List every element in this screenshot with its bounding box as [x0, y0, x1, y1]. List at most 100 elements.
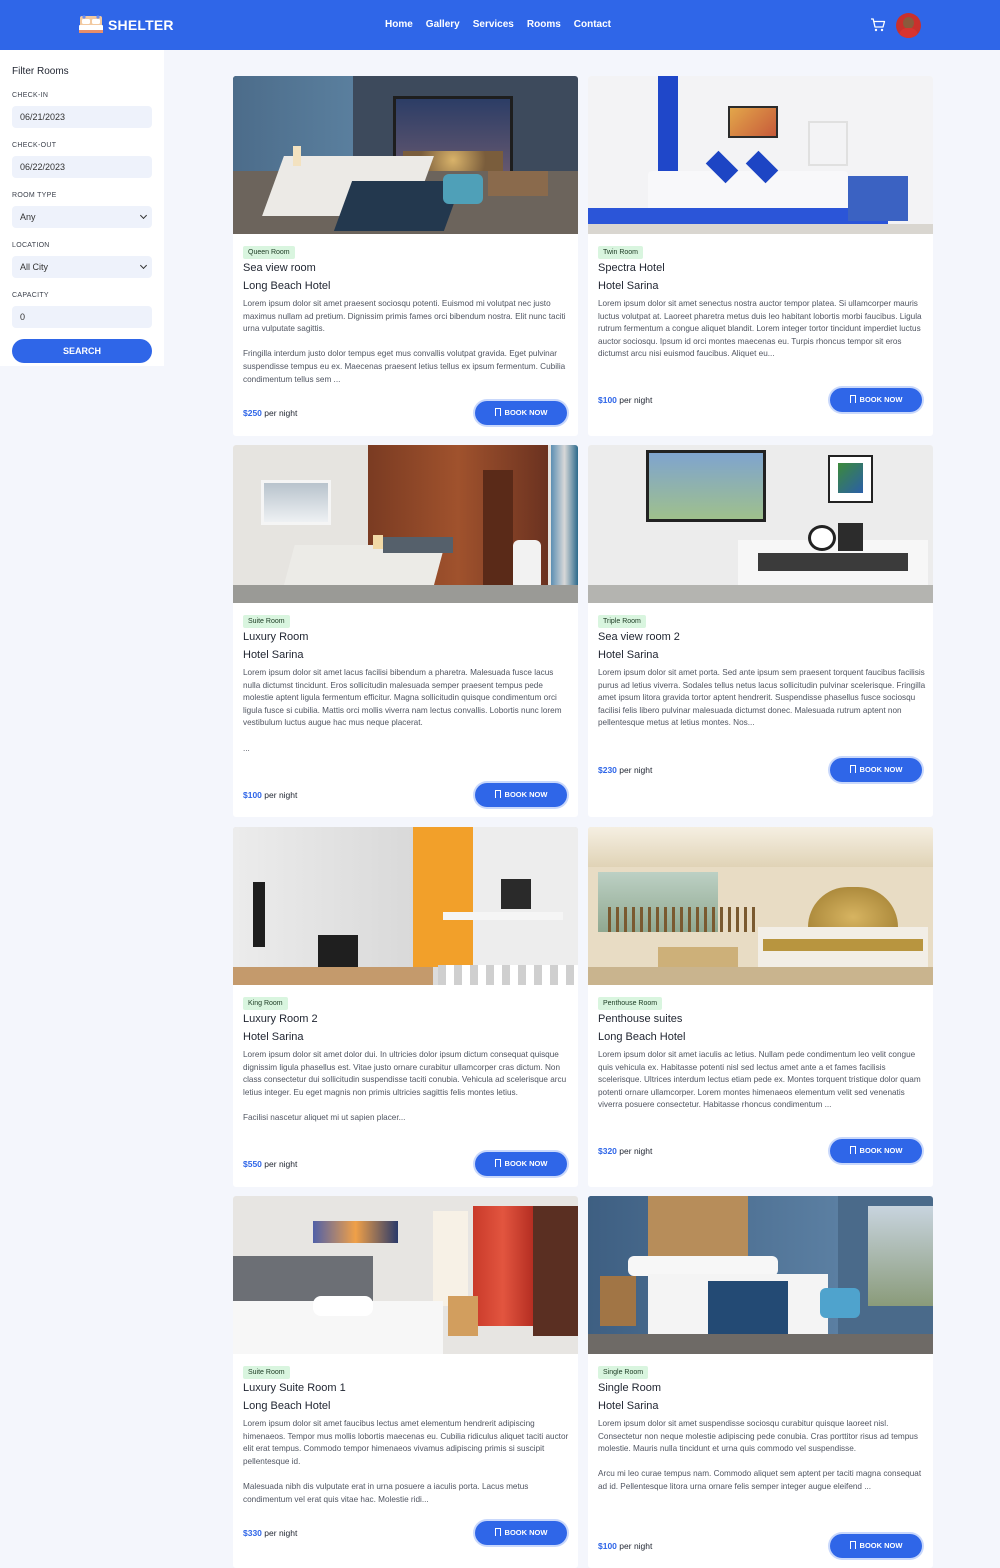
room-photo[interactable]: [588, 445, 933, 603]
brand-logo[interactable]: SHELTER: [78, 14, 174, 36]
room-type-badge: Penthouse Room: [598, 997, 663, 1010]
room-photo[interactable]: [233, 1196, 578, 1354]
room-description: Lorem ipsum dolor sit amet faucibus lect…: [243, 1419, 569, 1504]
room-photo[interactable]: [233, 76, 578, 234]
room-price: $320 per night: [598, 1146, 652, 1156]
room-type-select[interactable]: Any: [12, 206, 152, 228]
room-name[interactable]: Luxury Room 2: [243, 1013, 318, 1025]
book-now-label: BOOK NOW: [504, 408, 548, 417]
bookmark-icon: [849, 1541, 856, 1549]
room-name[interactable]: Spectra Hotel: [598, 262, 665, 274]
per-night-label: per night: [264, 408, 298, 418]
bookmark-icon: [849, 395, 856, 403]
cart-icon[interactable]: [870, 17, 886, 33]
book-now-label: BOOK NOW: [859, 1541, 903, 1550]
room-name[interactable]: Sea view room 2: [598, 631, 680, 643]
price-amount: $230: [598, 765, 617, 775]
room-description: Lorem ipsum dolor sit amet dolor dui. In…: [243, 1050, 567, 1122]
bookmark-icon: [494, 408, 501, 416]
room-photo[interactable]: [233, 827, 578, 985]
book-now-button[interactable]: BOOK NOW: [830, 1534, 922, 1558]
room-card: Suite Room Luxury Suite Room 1 Long Beac…: [233, 1196, 578, 1568]
room-photo[interactable]: [588, 827, 933, 985]
room-type-badge: Suite Room: [243, 1366, 290, 1379]
bed-logo-icon: [79, 15, 103, 33]
brand-name: SHELTER: [108, 17, 174, 33]
user-avatar[interactable]: [896, 13, 921, 38]
room-photo[interactable]: [233, 445, 578, 603]
book-now-button[interactable]: BOOK NOW: [475, 1521, 567, 1545]
book-now-button[interactable]: BOOK NOW: [830, 1139, 922, 1163]
book-now-label: BOOK NOW: [504, 1159, 548, 1168]
location-label: LOCATION: [12, 242, 50, 249]
hotel-name: Hotel Sarina: [598, 1400, 659, 1412]
nav-services[interactable]: Services: [473, 19, 514, 30]
room-name[interactable]: Luxury Suite Room 1: [243, 1382, 346, 1394]
room-type-badge: Triple Room: [598, 615, 646, 628]
location-select[interactable]: All City: [12, 256, 152, 278]
per-night-label: per night: [264, 1159, 298, 1169]
per-night-label: per night: [619, 765, 653, 775]
nav-gallery[interactable]: Gallery: [426, 19, 460, 30]
room-type-badge: Suite Room: [243, 615, 290, 628]
room-card: Queen Room Sea view room Long Beach Hote…: [233, 76, 578, 436]
per-night-label: per night: [619, 395, 653, 405]
price-amount: $250: [243, 408, 262, 418]
room-price: $330 per night: [243, 1528, 297, 1538]
book-now-button[interactable]: BOOK NOW: [475, 401, 567, 425]
checkout-label: CHECK-OUT: [12, 142, 57, 149]
bookmark-icon: [494, 1528, 501, 1536]
room-card: Single Room Single Room Hotel Sarina Lor…: [588, 1196, 933, 1568]
room-name[interactable]: Penthouse suites: [598, 1013, 682, 1025]
room-card: Suite Room Luxury Room Hotel Sarina Lore…: [233, 445, 578, 817]
room-name[interactable]: Luxury Room: [243, 631, 308, 643]
nav-contact[interactable]: Contact: [574, 19, 611, 30]
hotel-name: Hotel Sarina: [243, 1031, 304, 1043]
room-description: Lorem ipsum dolor sit amet lacus facilis…: [243, 668, 562, 753]
book-now-button[interactable]: BOOK NOW: [830, 388, 922, 412]
bookmark-icon: [849, 1146, 856, 1154]
book-now-label: BOOK NOW: [859, 765, 903, 774]
checkin-label: CHECK-IN: [12, 92, 49, 99]
room-description: Lorem ipsum dolor sit amet iaculis ac le…: [598, 1050, 921, 1110]
hotel-name: Long Beach Hotel: [243, 280, 331, 292]
room-photo[interactable]: [588, 1196, 933, 1354]
bookmark-icon: [494, 790, 501, 798]
price-amount: $100: [598, 1541, 617, 1551]
price-amount: $320: [598, 1146, 617, 1156]
checkout-field[interactable]: 06/22/2023: [12, 156, 152, 178]
room-price: $250 per night: [243, 408, 297, 418]
search-button[interactable]: SEARCH: [12, 339, 152, 363]
book-now-label: BOOK NOW: [504, 790, 548, 799]
room-type-badge: Queen Room: [243, 246, 295, 259]
hotel-name: Hotel Sarina: [598, 280, 659, 292]
book-now-button[interactable]: BOOK NOW: [475, 1152, 567, 1176]
hotel-name: Hotel Sarina: [243, 649, 304, 661]
top-navbar: SHELTER Home Gallery Services Rooms Cont…: [0, 0, 1000, 50]
bookmark-icon: [494, 1159, 501, 1167]
room-description: Lorem ipsum dolor sit amet senectus nost…: [598, 299, 922, 359]
room-photo[interactable]: [588, 76, 933, 234]
nav-rooms[interactable]: Rooms: [527, 19, 561, 30]
per-night-label: per night: [619, 1146, 653, 1156]
room-description: Lorem ipsum dolor sit amet porta. Sed an…: [598, 668, 926, 728]
room-price: $550 per night: [243, 1159, 297, 1169]
book-now-button[interactable]: BOOK NOW: [475, 783, 567, 807]
room-card: Penthouse Room Penthouse suites Long Bea…: [588, 827, 933, 1187]
hotel-name: Long Beach Hotel: [243, 1400, 331, 1412]
room-description: Lorem ipsum dolor sit amet suspendisse s…: [598, 1419, 922, 1491]
checkin-field[interactable]: 06/21/2023: [12, 106, 152, 128]
room-name[interactable]: Sea view room: [243, 262, 316, 274]
room-type-badge: King Room: [243, 997, 288, 1010]
capacity-field[interactable]: 0: [12, 306, 152, 328]
bookmark-icon: [849, 765, 856, 773]
room-card: King Room Luxury Room 2 Hotel Sarina Lor…: [233, 827, 578, 1187]
room-price: $100 per night: [598, 1541, 652, 1551]
book-now-button[interactable]: BOOK NOW: [830, 758, 922, 782]
room-price: $230 per night: [598, 765, 652, 775]
room-name[interactable]: Single Room: [598, 1382, 661, 1394]
room-type-badge: Twin Room: [598, 246, 644, 259]
nav-home[interactable]: Home: [385, 19, 413, 30]
room-card: Triple Room Sea view room 2 Hotel Sarina…: [588, 445, 933, 817]
room-type-label: ROOM TYPE: [12, 192, 57, 199]
